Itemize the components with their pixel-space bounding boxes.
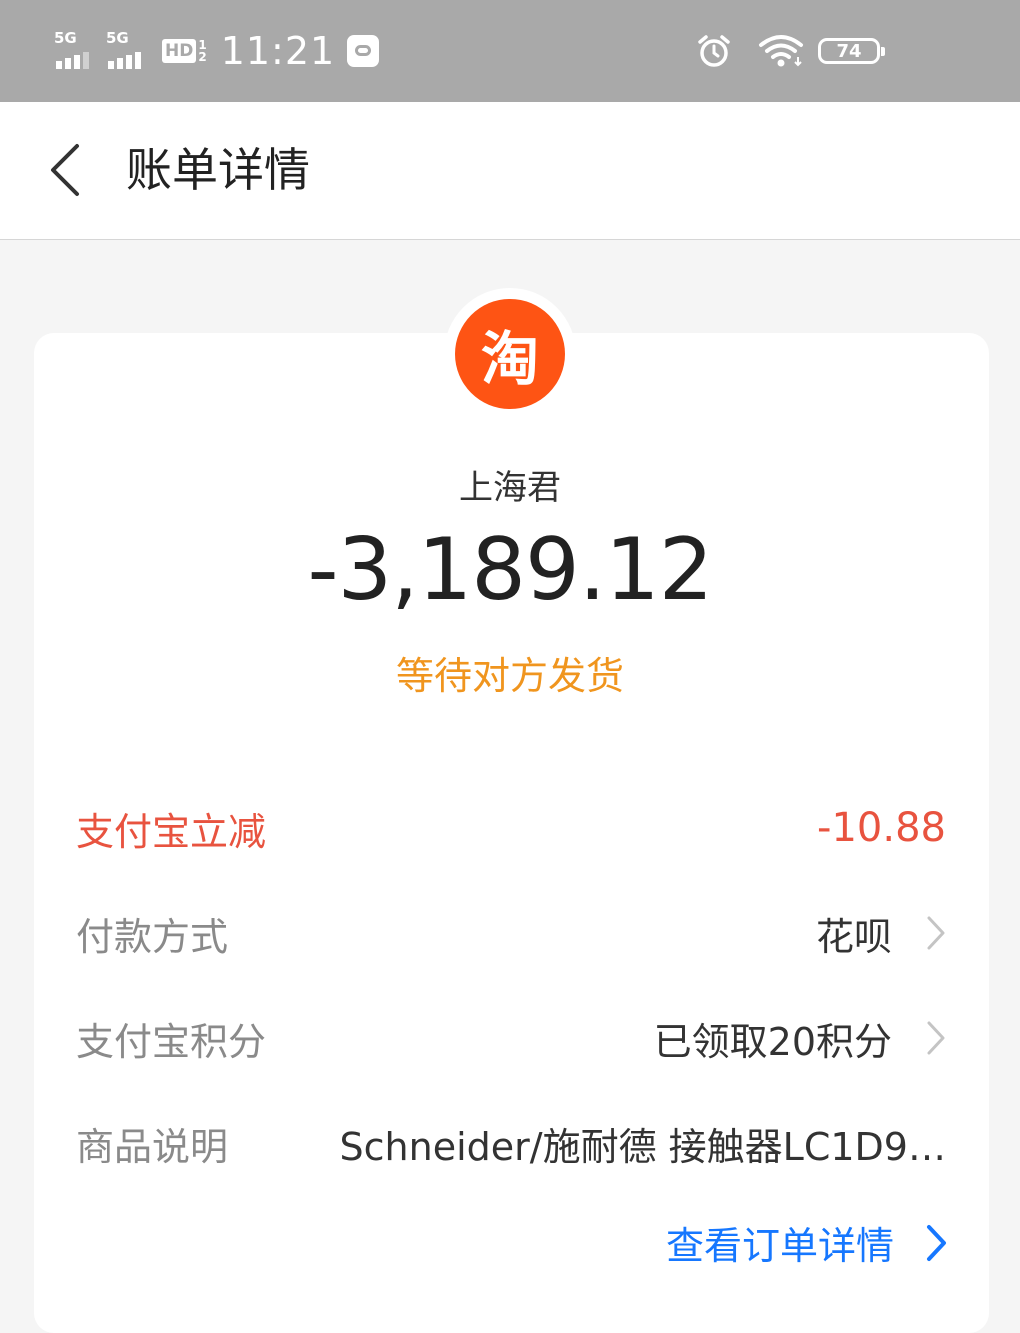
hd-slot-bottom: 2 — [198, 50, 207, 64]
payment-method-label: 付款方式 — [76, 914, 229, 959]
hd-icon: HD 1 2 — [162, 39, 207, 63]
merchant-name: 上海君 — [459, 468, 561, 508]
payment-method-row[interactable]: 付款方式 花呗 — [76, 903, 946, 963]
app-notification-icon — [347, 35, 380, 67]
back-button[interactable] — [30, 130, 100, 210]
points-row[interactable]: 支付宝积分 已领取20积分 — [76, 1008, 946, 1068]
signal-icon: 5G — [54, 31, 98, 71]
nav-bar: 账单详情 — [0, 102, 1020, 240]
bill-amount: -3,189.12 — [307, 520, 713, 620]
chevron-right-icon — [927, 1021, 945, 1055]
battery-level: 74 — [836, 40, 862, 62]
status-bar-right: 74 — [696, 0, 885, 102]
description-value: Schneider/施耐德 接触器LC1D9… — [339, 1124, 946, 1169]
alarm-icon — [698, 35, 730, 67]
battery-icon: 74 — [818, 38, 885, 64]
status-time: 11:21 — [220, 29, 336, 73]
points-value-group: 已领取20积分 — [654, 1011, 946, 1066]
order-status: 等待对方发货 — [395, 654, 624, 698]
merchant-logo-text: 淘 — [480, 325, 539, 393]
status-bar: 5G 5G HD 1 2 11:21 74 — [0, 0, 1020, 102]
chevron-right-icon — [927, 916, 945, 950]
sim2-network-label: 5G — [106, 29, 129, 47]
points-label: 支付宝积分 — [76, 1019, 267, 1064]
signal-icon: 5G — [106, 31, 150, 71]
discount-label: 支付宝立减 — [76, 809, 267, 854]
sim1-network-label: 5G — [54, 29, 77, 47]
discount-row: 支付宝立减 -10.88 — [76, 798, 946, 858]
chevron-left-icon — [51, 144, 79, 196]
view-order-details-link[interactable]: 查看订单详情 — [666, 1215, 948, 1270]
payment-method-value: 花呗 — [815, 914, 892, 959]
taobao-logo-icon: 淘 — [455, 299, 565, 409]
description-row: 商品说明 Schneider/施耐德 接触器LC1D9… — [76, 1113, 946, 1173]
discount-value: -10.88 — [817, 805, 946, 851]
points-value: 已领取20积分 — [653, 1019, 892, 1064]
view-order-details-label: 查看订单详情 — [665, 1224, 894, 1268]
hd-label: HD — [162, 39, 197, 63]
payment-method-value-group: 花呗 — [816, 906, 946, 961]
chevron-right-icon — [927, 1224, 946, 1261]
page-title: 账单详情 — [126, 143, 310, 197]
wifi-icon — [759, 35, 803, 67]
description-label: 商品说明 — [76, 1124, 229, 1169]
status-bar-left: 5G 5G HD 1 2 11:21 — [54, 0, 380, 102]
